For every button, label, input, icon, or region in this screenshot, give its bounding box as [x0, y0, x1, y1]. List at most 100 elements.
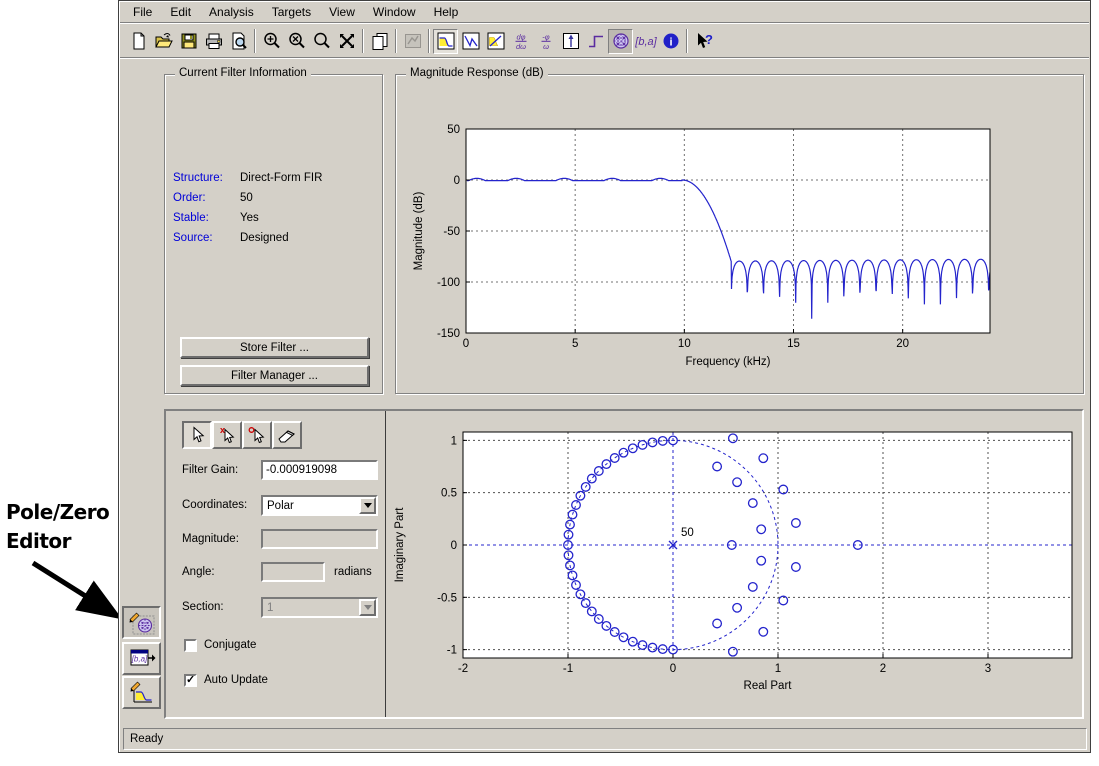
- zoom-in-icon: [262, 31, 282, 51]
- menu-edit[interactable]: Edit: [161, 3, 200, 21]
- add-zero-button[interactable]: [242, 421, 272, 449]
- section-dropdown-button: [359, 599, 376, 616]
- magnitude-response-button[interactable]: [433, 29, 458, 54]
- menu-analysis[interactable]: Analysis: [200, 3, 263, 21]
- source-label: Source:: [173, 232, 240, 244]
- print-to-figure-button[interactable]: [367, 29, 392, 54]
- svg-text:0.5: 0.5: [441, 488, 457, 500]
- print-button[interactable]: [201, 29, 226, 54]
- magnitude-response-plot: 05101520500-50-100-150Frequency (kHz)Mag…: [397, 76, 1078, 392]
- filter-gain-input[interactable]: [261, 460, 378, 480]
- menu-file[interactable]: File: [124, 3, 161, 21]
- print-to-figure-icon: [370, 31, 390, 51]
- menu-help[interactable]: Help: [425, 3, 468, 21]
- menu-targets[interactable]: Targets: [263, 3, 320, 21]
- filter-specifications-icon: [403, 31, 423, 51]
- toolbar-separator: [254, 29, 256, 53]
- sidebar-import-filter-button[interactable]: [b,a]: [122, 642, 161, 675]
- menu-window[interactable]: Window: [364, 3, 425, 21]
- conjugate-label: Conjugate: [204, 639, 256, 651]
- pole-zero-editor-callout: Pole/Zero Editor: [6, 498, 124, 556]
- magnitude-label: Magnitude:: [182, 533, 239, 545]
- callout-arrow: [26, 556, 132, 630]
- open-file-icon: [154, 31, 174, 51]
- menu-view[interactable]: View: [320, 3, 364, 21]
- toolbar: dφdω -φω [b,a] i ?: [120, 25, 1089, 58]
- angle-input: [261, 562, 325, 582]
- full-view-button[interactable]: [334, 29, 359, 54]
- svg-text:0: 0: [463, 338, 469, 350]
- svg-text:5: 5: [572, 338, 578, 350]
- coordinates-value: Polar: [267, 500, 294, 512]
- svg-text:15: 15: [787, 338, 800, 350]
- fdatool-window: File Edit Analysis Targets View Window H…: [118, 0, 1091, 753]
- group-delay-icon: dφdω: [511, 31, 531, 51]
- new-file-button[interactable]: [126, 29, 151, 54]
- sidebar-design-filter-button[interactable]: [122, 676, 161, 709]
- print-preview-icon: [229, 31, 249, 51]
- print-preview-button[interactable]: [226, 29, 251, 54]
- filter-information-icon: i: [661, 31, 681, 51]
- sidebar-pole-zero-editor-button[interactable]: [122, 606, 161, 639]
- structure-value: Direct-Form FIR: [240, 172, 322, 184]
- delete-pole-zero-button[interactable]: [272, 421, 302, 449]
- filter-info-row: Source:Designed: [173, 228, 322, 248]
- y-axis-label: Magnitude (dB): [413, 192, 425, 271]
- status-text: Ready: [130, 733, 163, 745]
- zoom-x-icon: [287, 31, 307, 51]
- svg-text:3: 3: [985, 663, 991, 675]
- svg-text:?: ?: [705, 32, 713, 47]
- section-select: 1: [261, 597, 378, 618]
- phase-response-icon: [461, 31, 481, 51]
- pole-zero-plot-button[interactable]: [608, 29, 633, 54]
- add-pole-button[interactable]: x: [212, 421, 242, 449]
- zoom-y-icon: [312, 31, 332, 51]
- pole-zero-plot[interactable]: 50-2-1012310.50-0.5-1Real PartImaginary …: [387, 411, 1082, 717]
- svg-text:dω: dω: [515, 42, 525, 51]
- svg-text:1: 1: [451, 435, 457, 447]
- step-response-button[interactable]: [583, 29, 608, 54]
- svg-text:20: 20: [896, 338, 909, 350]
- filter-information-button[interactable]: i: [658, 29, 683, 54]
- full-view-icon: [337, 31, 357, 51]
- move-pole-zero-button[interactable]: [182, 421, 212, 449]
- chevron-down-icon: [364, 503, 372, 508]
- impulse-response-button[interactable]: [558, 29, 583, 54]
- magnitude-and-phase-button[interactable]: [483, 29, 508, 54]
- auto-update-checkbox[interactable]: [184, 674, 197, 687]
- pole-multiplicity-label: 50: [681, 527, 694, 539]
- move-cursor-icon: [187, 425, 207, 445]
- toolbar-separator: [428, 29, 430, 53]
- zoom-x-button[interactable]: [284, 29, 309, 54]
- filter-info-row: Order:50: [173, 188, 322, 208]
- order-value: 50: [240, 192, 253, 204]
- save-button[interactable]: [176, 29, 201, 54]
- svg-text:-1: -1: [447, 645, 457, 657]
- coordinates-label: Coordinates:: [182, 499, 247, 511]
- svg-text:i: i: [669, 37, 672, 49]
- store-filter-button[interactable]: Store Filter ...: [180, 337, 369, 358]
- chevron-down-icon: [364, 605, 372, 610]
- impulse-response-icon: [561, 31, 581, 51]
- what-is-this-help-button[interactable]: ?: [691, 29, 716, 54]
- pz-toolbar: x: [182, 421, 302, 449]
- phase-response-button[interactable]: [458, 29, 483, 54]
- step-response-icon: [586, 31, 606, 51]
- magnitude-input: [261, 529, 378, 549]
- zoom-y-button[interactable]: [309, 29, 334, 54]
- filter-coefficients-button[interactable]: [b,a]: [633, 29, 658, 54]
- svg-text:x: x: [220, 425, 225, 435]
- svg-text:0: 0: [454, 175, 460, 187]
- open-file-button[interactable]: [151, 29, 176, 54]
- x-axis-label: Real Part: [744, 680, 793, 692]
- coordinates-select[interactable]: Polar: [261, 495, 378, 516]
- filter-manager-button[interactable]: Filter Manager ...: [180, 365, 369, 386]
- phase-delay-button[interactable]: -φω: [533, 29, 558, 54]
- pole-zero-editor-panel: x Filter Gain: Coordinates: Polar Magnit…: [164, 409, 1084, 719]
- conjugate-checkbox[interactable]: [184, 639, 197, 652]
- coordinates-dropdown-button[interactable]: [359, 497, 376, 514]
- svg-text:[b,a]: [b,a]: [635, 36, 657, 48]
- section-value: 1: [267, 602, 273, 614]
- group-delay-button[interactable]: dφdω: [508, 29, 533, 54]
- zoom-in-button[interactable]: [259, 29, 284, 54]
